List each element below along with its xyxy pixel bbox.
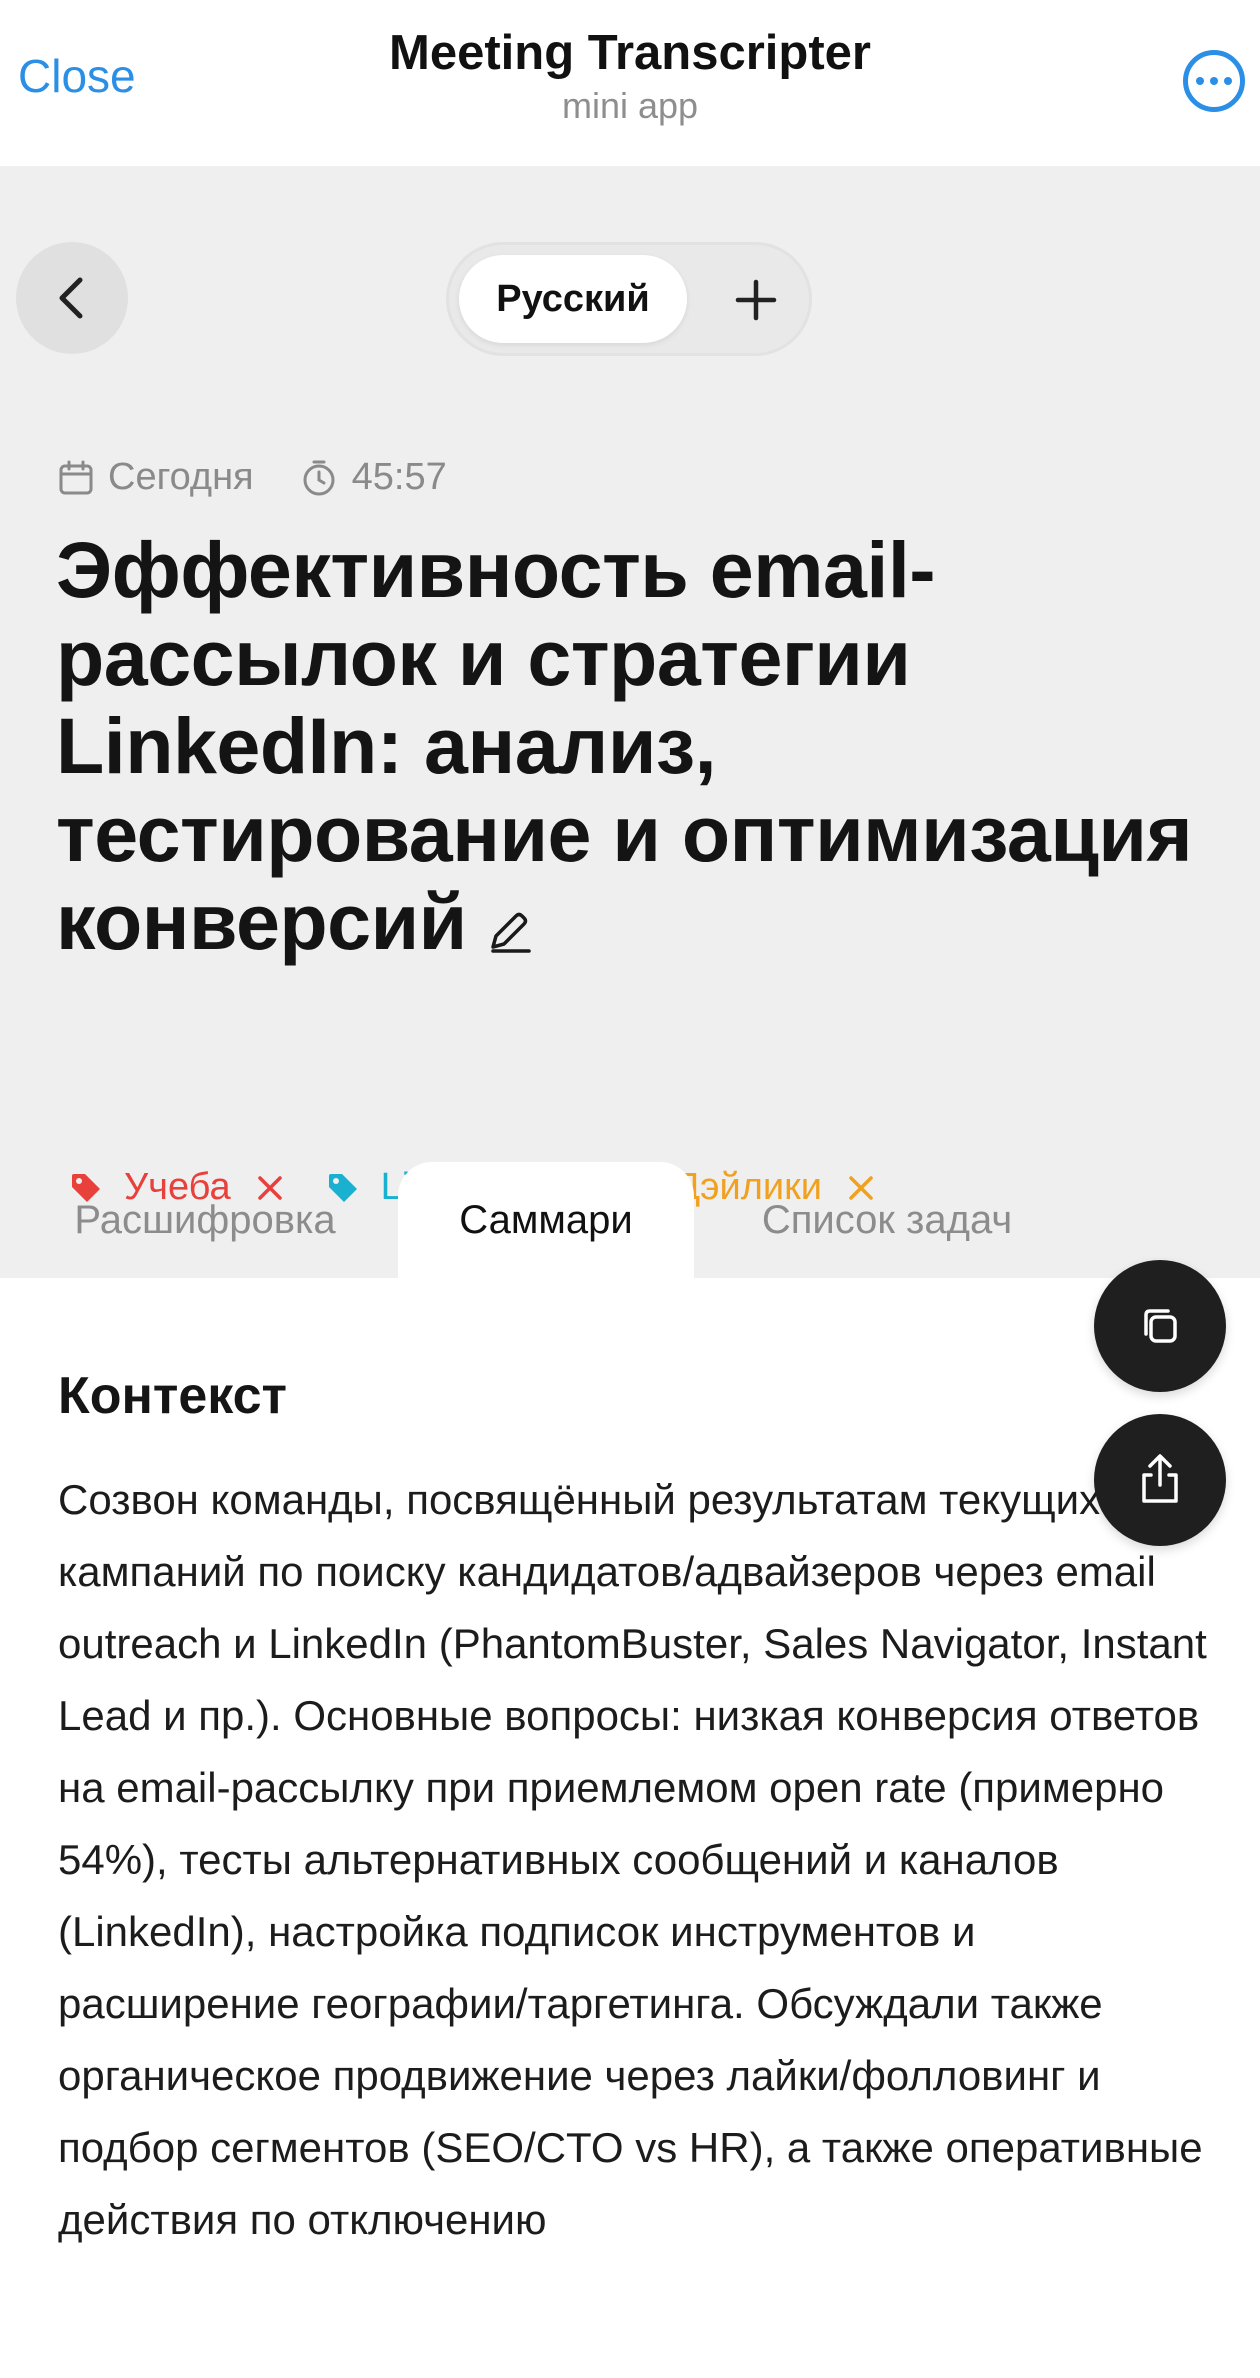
calendar-icon: [59, 460, 93, 494]
add-language-button[interactable]: [721, 265, 791, 335]
language-switcher: Русский: [446, 242, 812, 356]
summary-content: Контекст Созвон команды, посвящённый рез…: [0, 1278, 1260, 2378]
meeting-header-section: Русский Сегодня 45:57 Эффективность emai…: [0, 166, 1260, 1278]
copy-button[interactable]: [1094, 1260, 1226, 1392]
copy-icon: [1144, 1309, 1177, 1343]
meeting-title: Эффективность email-рассылок и стратегии…: [56, 526, 1206, 972]
section-heading: Контекст: [58, 1367, 288, 1425]
share-button[interactable]: [1094, 1414, 1226, 1546]
meeting-date-label: Сегодня: [108, 456, 254, 498]
more-horizontal-icon[interactable]: [1183, 50, 1245, 112]
pencil-icon[interactable]: [485, 884, 533, 972]
app-title: Meeting Transcripter: [389, 26, 871, 80]
share-icon: [1142, 1454, 1178, 1503]
tab-summary[interactable]: Саммари: [398, 1162, 694, 1278]
close-button[interactable]: Close: [18, 46, 136, 106]
app-subtitle: mini app: [561, 85, 699, 126]
meeting-date: Сегодня: [58, 456, 254, 499]
back-button[interactable]: [16, 242, 128, 354]
app-header: Close Meeting Transcripter mini app: [0, 0, 1260, 166]
meeting-meta: Сегодня 45:57: [58, 456, 447, 499]
chevron-left-icon: [59, 277, 83, 319]
tab-transcript[interactable]: Расшифровка: [30, 1162, 380, 1278]
stopwatch-icon: [303, 460, 335, 495]
plus-icon: [735, 279, 777, 321]
section-text: Созвон команды, посвящённый результатам …: [58, 1476, 1207, 2243]
meeting-title-text: Эффективность email-рассылок и стратегии…: [56, 525, 1193, 966]
meeting-duration: 45:57: [300, 456, 447, 499]
meeting-duration-label: 45:57: [351, 456, 447, 498]
tabs: Расшифровка Саммари Список задач: [0, 1162, 1260, 1278]
tab-task-list[interactable]: Список задач: [712, 1162, 1062, 1278]
language-selected-button[interactable]: Русский: [459, 255, 687, 343]
header-titles: Meeting Transcripter mini app: [330, 22, 930, 128]
